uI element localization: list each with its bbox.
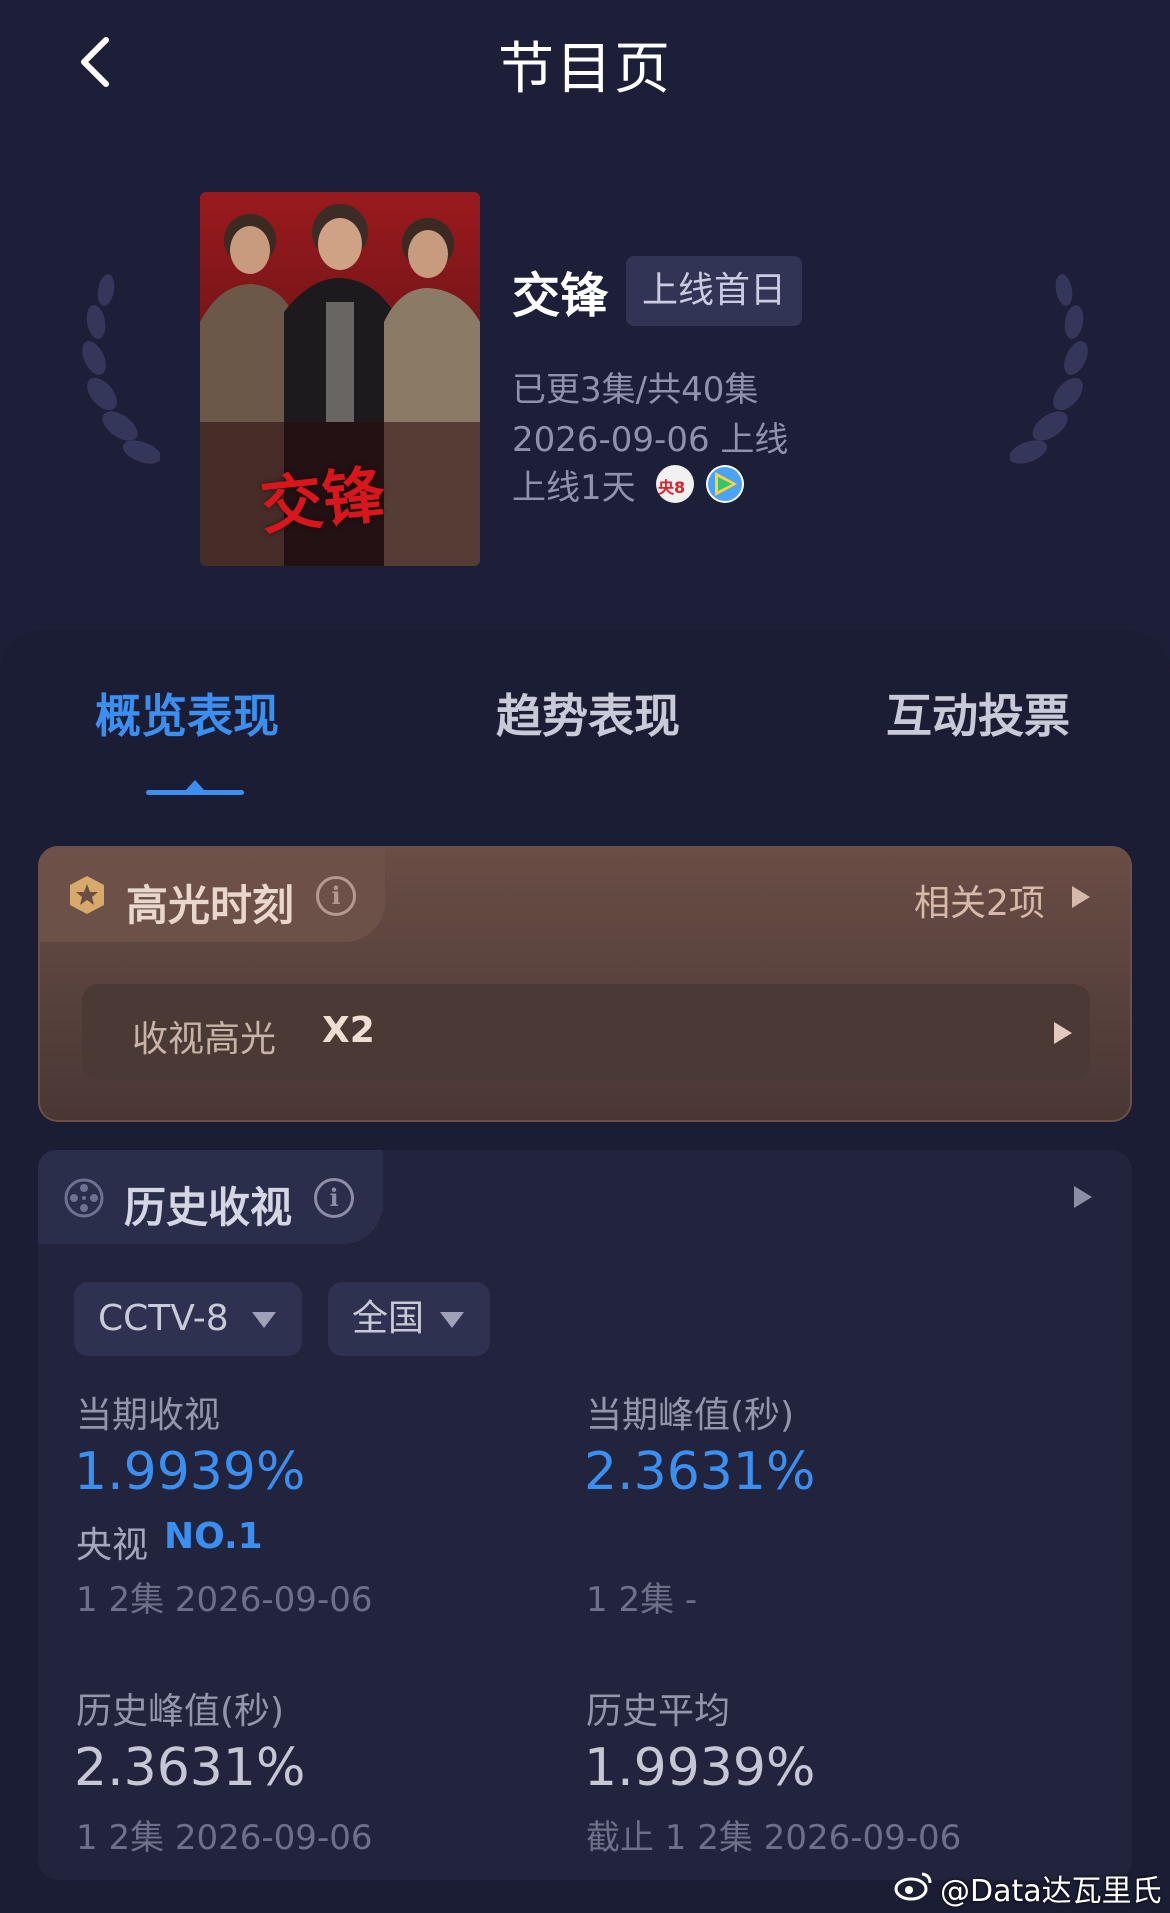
episode-count: 已更3集/共40集	[512, 370, 759, 410]
days-online: 上线1天	[512, 468, 636, 508]
history-header: 历史收视 i	[38, 1150, 383, 1244]
rank-label: 央视	[76, 1525, 149, 1566]
history-peak-label: 历史峰值(秒)	[76, 1691, 285, 1732]
channel-select-value: CCTV-8	[98, 1298, 229, 1339]
play-platform-icon	[706, 465, 744, 503]
info-icon[interactable]: i	[314, 1178, 354, 1218]
highlight-related-link[interactable]: 相关2项	[914, 874, 1045, 926]
status-badge: 上线首日	[626, 256, 803, 326]
tab-indicator-notch	[186, 780, 204, 790]
history-average-label: 历史平均	[586, 1691, 731, 1732]
film-reel-icon	[64, 1178, 104, 1218]
history-card: 历史收视 i CCTV-8 全国 当期收视 1.9939% 央视 NO.1 1 …	[38, 1150, 1132, 1880]
history-peak-sub: 1 2集 2026-09-06	[76, 1818, 373, 1858]
highlight-item-label: 收视高光	[132, 1019, 277, 1060]
release-date: 2026-09-06 上线	[512, 420, 789, 460]
region-select-value: 全国	[352, 1298, 425, 1339]
history-average-value: 1.9939%	[584, 1738, 816, 1798]
watermark-text: @Data达瓦里氏	[940, 1874, 1162, 1909]
cctv8-icon: 央8	[656, 465, 694, 503]
current-rating-label: 当期收视	[76, 1395, 221, 1436]
highlight-title: 高光时刻	[126, 881, 295, 930]
history-title: 历史收视	[124, 1183, 293, 1232]
laurel-left-icon	[82, 274, 160, 464]
highlight-header: 高光时刻 i	[40, 848, 385, 942]
history-peak-value: 2.3631%	[74, 1738, 306, 1798]
region-select[interactable]: 全国	[328, 1282, 490, 1356]
current-peak-sub: 1 2集 -	[586, 1580, 698, 1620]
page-title: 节目页	[498, 37, 672, 102]
caret-down-icon	[440, 1312, 464, 1328]
current-rating-value: 1.9939%	[74, 1442, 306, 1502]
show-name: 交锋	[512, 268, 609, 324]
poster-title: 交锋	[257, 457, 389, 544]
rank-value: NO.1	[164, 1516, 263, 1557]
arrow-right-icon[interactable]	[1072, 886, 1090, 908]
tab-indicator	[146, 790, 244, 795]
current-peak-label: 当期峰值(秒)	[586, 1395, 795, 1436]
highlight-card: 高光时刻 i 相关2项 收视高光 X2	[38, 846, 1132, 1122]
current-peak-value: 2.3631%	[584, 1442, 816, 1502]
caret-down-icon	[252, 1312, 276, 1328]
show-poster[interactable]: 交锋	[200, 192, 480, 566]
channel-select[interactable]: CCTV-8	[74, 1282, 302, 1356]
tab-vote[interactable]: 互动投票	[886, 680, 1070, 746]
tab-overview[interactable]: 概览表现	[95, 680, 279, 746]
arrow-right-icon	[1054, 1022, 1072, 1044]
history-average-sub: 截止 1 2集 2026-09-06	[586, 1818, 962, 1858]
weibo-icon	[894, 1872, 932, 1901]
current-rating-sub: 1 2集 2026-09-06	[76, 1580, 373, 1620]
star-badge-icon	[70, 876, 104, 914]
tab-trend[interactable]: 趋势表现	[496, 680, 680, 746]
highlight-item-count: X2	[322, 1010, 375, 1051]
laurel-right-icon	[1010, 274, 1088, 464]
info-icon[interactable]: i	[316, 876, 356, 916]
header: 节目页	[0, 0, 1170, 130]
rating-highlight-item[interactable]: 收视高光 X2	[82, 984, 1090, 1080]
arrow-right-icon[interactable]	[1074, 1186, 1092, 1208]
